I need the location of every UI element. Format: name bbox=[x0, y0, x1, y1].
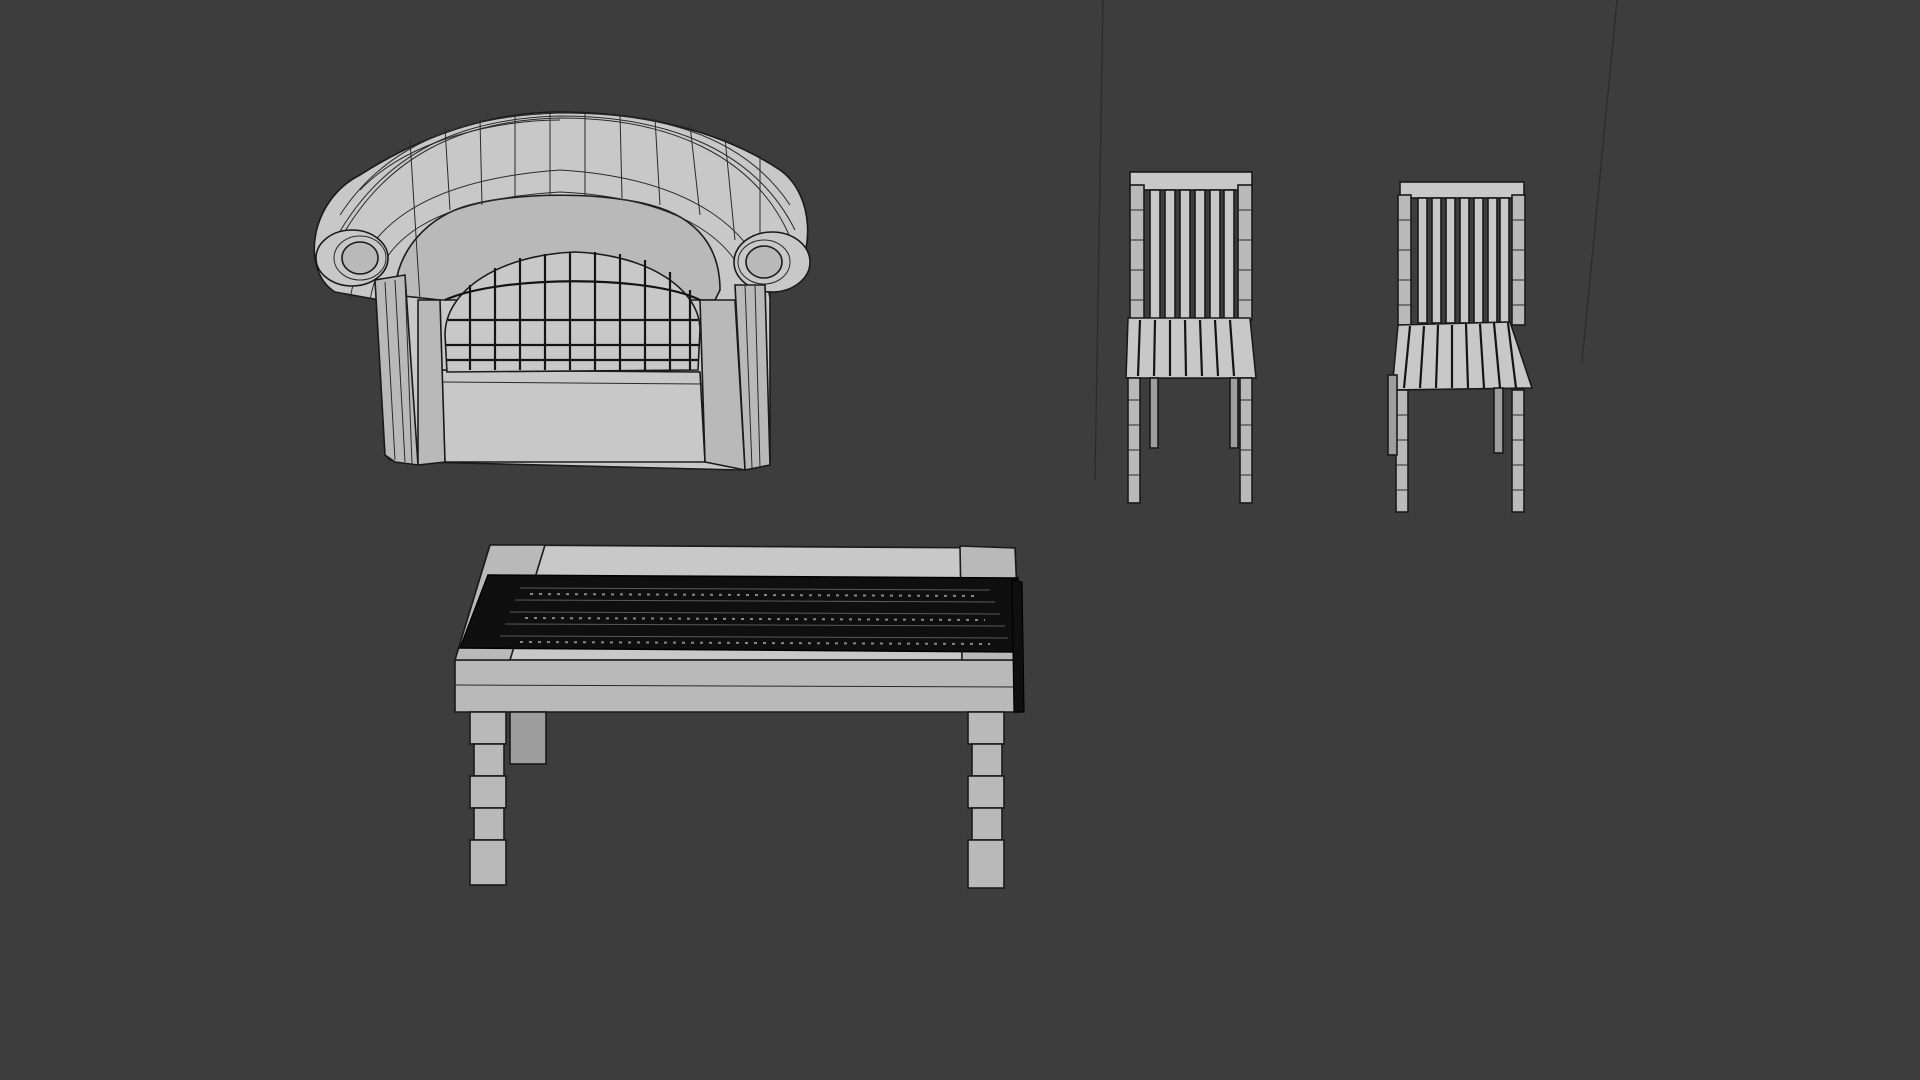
guide-line bbox=[1581, 0, 1618, 363]
viewport-canvas[interactable] bbox=[0, 0, 1920, 1080]
3d-viewport[interactable] bbox=[0, 0, 1920, 1080]
chair-right-mesh[interactable] bbox=[1387, 181, 1534, 513]
table-leg-front-left bbox=[469, 711, 507, 886]
table-leg-front-right bbox=[967, 711, 1005, 889]
coffee-table-mesh[interactable] bbox=[453, 544, 1025, 889]
table-leg-back-left bbox=[509, 711, 547, 765]
guide-line bbox=[1094, 0, 1104, 481]
chair-left-mesh[interactable] bbox=[1125, 171, 1257, 504]
armchair-mesh[interactable] bbox=[313, 111, 811, 471]
